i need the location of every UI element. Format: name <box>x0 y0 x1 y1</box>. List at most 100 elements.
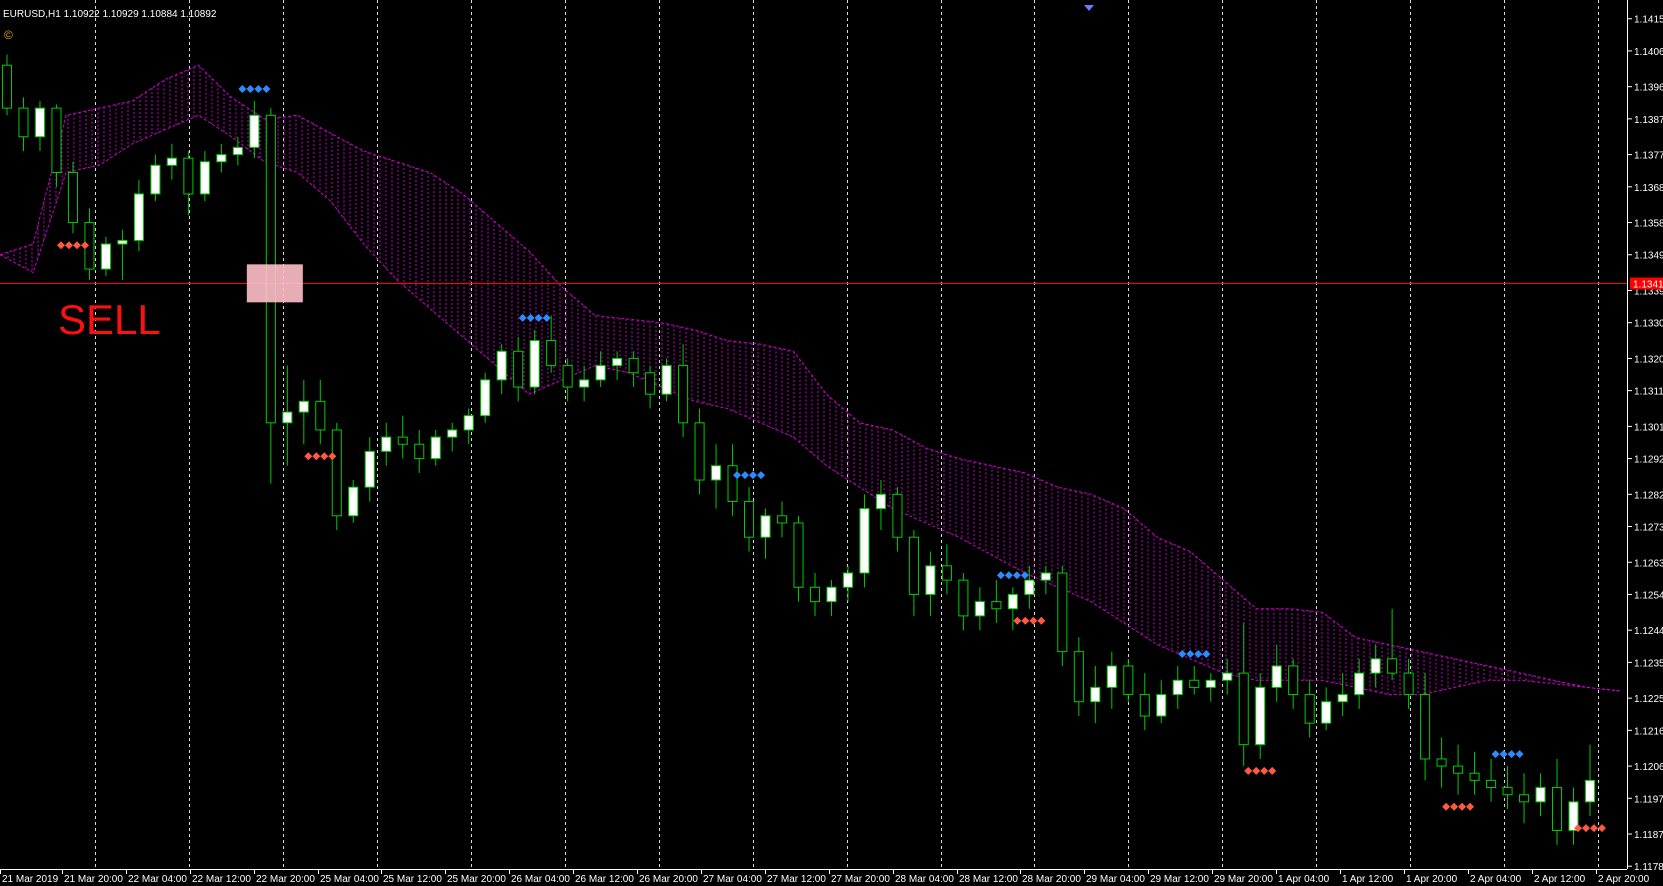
time-tick-label: 25 Mar 04:00 <box>320 874 379 885</box>
candle-body <box>397 436 408 445</box>
candle-body <box>628 357 639 374</box>
current-price-tag: 1.13410 <box>1630 277 1663 291</box>
candle-body <box>1 64 13 109</box>
candle-body <box>809 586 821 603</box>
candle-body <box>661 365 672 395</box>
time-tick-label: 1 Apr 04:00 <box>1278 874 1330 885</box>
candle[interactable] <box>1057 565 1068 666</box>
time-tick-label: 28 Mar 20:00 <box>1022 874 1081 885</box>
time-tick-label: 1 Apr 12:00 <box>1342 874 1394 885</box>
price-chart: SELL 1.1415 1.1406 1.1396 1.1387 1.1377 1.136… <box>0 0 1663 886</box>
candle-body <box>1156 694 1167 717</box>
candle-body <box>117 239 128 245</box>
candle-body <box>1073 651 1084 703</box>
candle-body <box>546 340 557 367</box>
candle-body <box>1337 694 1348 703</box>
candle-body <box>579 379 590 388</box>
candle-body <box>232 146 243 156</box>
candle-body <box>414 443 425 460</box>
symbol-info: EURUSD,H1 1.10922 1.10929 1.10884 1.1089… <box>3 9 217 20</box>
time-tick-label: 25 Mar 20:00 <box>447 874 506 885</box>
candle-body <box>1535 787 1546 803</box>
candle-body <box>1288 665 1299 696</box>
candle-body <box>1519 794 1530 803</box>
price-tick-label: 1.1263 <box>1634 558 1663 569</box>
candle-body <box>1321 701 1332 724</box>
price-tick-label: 1.1396 <box>1634 83 1663 94</box>
time-tick-label: 25 Mar 12:00 <box>383 874 442 885</box>
price-tick-label: 1.1330 <box>1634 319 1663 330</box>
candle-body <box>1403 672 1414 696</box>
candle-body <box>1090 686 1101 703</box>
candle-body <box>1436 758 1447 767</box>
candle-body <box>480 379 491 417</box>
candle-body <box>150 164 161 195</box>
candle-body <box>562 365 573 388</box>
candle-body <box>1551 787 1563 831</box>
price-tick-label: 1.1358 <box>1634 219 1663 230</box>
candle-body <box>183 157 194 195</box>
candle-body <box>199 161 210 195</box>
candle-body <box>447 429 458 438</box>
candle-body <box>1024 579 1035 595</box>
candle-body <box>776 515 788 524</box>
candle-body <box>298 400 309 413</box>
time-tick-label: 26 Mar 20:00 <box>639 874 698 885</box>
candle-body <box>1354 672 1365 696</box>
candle-body <box>991 601 1002 610</box>
candle-body <box>496 350 507 381</box>
time-tick-label: 26 Mar 04:00 <box>511 874 570 885</box>
time-tick-label: 1 Apr 20:00 <box>1406 874 1458 885</box>
candle[interactable] <box>480 372 491 423</box>
price-tick-label: 1.1254 <box>1634 590 1663 601</box>
candle-body <box>826 586 837 603</box>
candle-body <box>18 107 29 138</box>
time-tick-label: 27 Mar 04:00 <box>703 874 762 885</box>
price-tick-label: 1.1235 <box>1634 658 1663 669</box>
candle[interactable] <box>331 422 342 531</box>
candle-body <box>875 493 886 510</box>
sell-label: SELL <box>58 296 161 343</box>
price-tick-label: 1.1273 <box>1634 523 1663 534</box>
candle-body <box>249 114 260 148</box>
candle-body <box>678 365 689 424</box>
candle-body <box>166 157 177 166</box>
candle-body <box>463 415 474 431</box>
candle-body <box>100 243 111 270</box>
candle-body <box>1007 593 1018 610</box>
time-tick-label: 29 Mar 04:00 <box>1086 874 1145 885</box>
candle-body <box>34 107 46 138</box>
time-tick-label: 22 Mar 12:00 <box>192 874 251 885</box>
candle-body <box>529 340 540 388</box>
price-tick-label: 1.1415 <box>1634 15 1663 26</box>
candle-body <box>694 422 705 481</box>
candle-body <box>381 436 392 452</box>
candle-body <box>859 508 870 574</box>
candle-body <box>892 493 903 538</box>
candle-body <box>1469 772 1480 781</box>
sell-entry-box <box>246 264 303 303</box>
candle[interactable] <box>859 494 870 588</box>
copyright-icon: © <box>4 28 13 42</box>
time-tick-label: 2 Apr 04:00 <box>1470 874 1522 885</box>
price-tick-label: 1.1301 <box>1634 422 1663 433</box>
candle-body <box>1255 686 1266 746</box>
candle-body <box>282 411 293 424</box>
candle-body <box>958 579 969 617</box>
candle-body <box>1139 694 1150 717</box>
time-tick-label: 22 Mar 04:00 <box>128 874 187 885</box>
candle-body <box>1222 672 1233 681</box>
candle-body <box>793 522 804 588</box>
candle-body <box>1205 679 1216 688</box>
candle[interactable] <box>67 161 78 234</box>
candle-body <box>612 357 623 367</box>
price-tick-label: 1.1197 <box>1634 794 1663 805</box>
candle-body <box>513 350 524 388</box>
candle-body <box>1502 787 1513 796</box>
candle-body <box>1486 779 1497 789</box>
time-tick-label: 21 Mar 2019 <box>2 874 59 885</box>
price-tick-label: 1.1368 <box>1634 183 1663 194</box>
price-tick-label: 1.1377 <box>1634 151 1663 162</box>
time-tick-label: 2 Apr 20:00 <box>1598 874 1650 885</box>
candle-body <box>1189 679 1200 688</box>
